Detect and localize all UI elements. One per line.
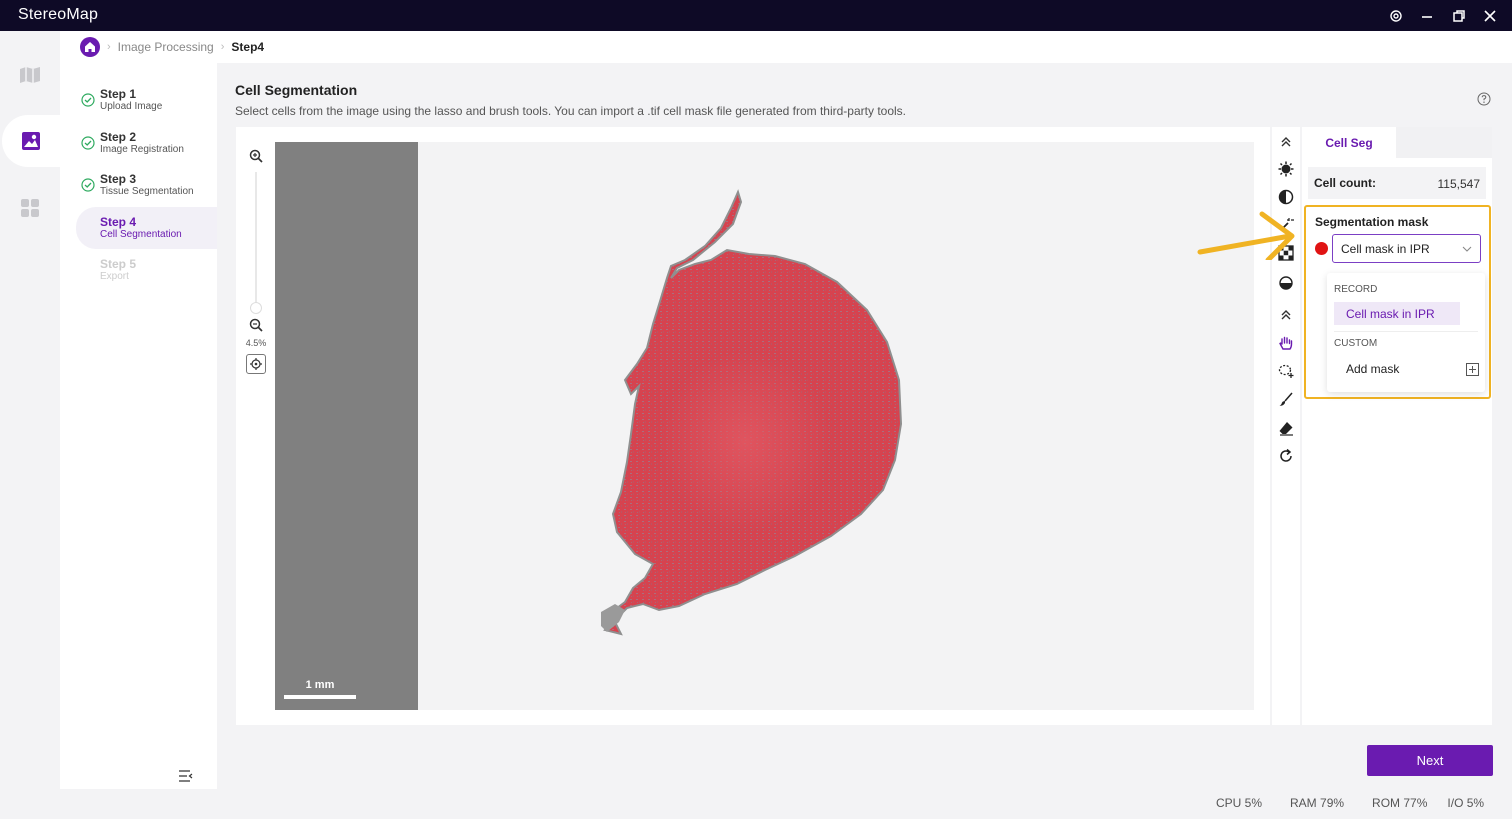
fit-view-icon[interactable] xyxy=(246,354,266,374)
check-circle-icon xyxy=(81,136,95,150)
chevron-down-icon xyxy=(1462,246,1472,252)
annotation-arrow-icon xyxy=(1197,211,1295,260)
segmentation-mask-select[interactable]: Cell mask in IPR xyxy=(1332,234,1481,263)
step-title: Step 2 xyxy=(100,130,137,144)
scale-bar-line xyxy=(284,695,356,699)
breadcrumb-current: Step4 xyxy=(231,40,265,54)
lasso-add-icon[interactable] xyxy=(1277,362,1295,380)
cpu-usage: CPU 5% xyxy=(1216,796,1263,810)
collapse-up-icon[interactable] xyxy=(1277,306,1295,324)
ram-usage: RAM 79% xyxy=(1290,796,1345,810)
cell-count-value: 115,547 xyxy=(1437,177,1481,191)
step-4[interactable]: Step 4 Cell Segmentation xyxy=(76,207,217,249)
close-icon[interactable] xyxy=(1480,6,1500,26)
dropdown-group-record: RECORD xyxy=(1334,284,1378,295)
opacity-drop-icon[interactable] xyxy=(1277,273,1295,291)
step-subtitle: Cell Segmentation xyxy=(100,229,182,240)
brightness-icon[interactable] xyxy=(1277,160,1295,178)
zoom-out-icon[interactable] xyxy=(247,316,265,334)
mask-dropdown-menu: RECORD Cell mask in IPR CUSTOM Add mask xyxy=(1327,273,1485,392)
selected-mask-value: Cell mask in IPR xyxy=(1341,242,1430,256)
step-1[interactable]: Step 1 Upload Image xyxy=(76,79,217,121)
check-circle-icon xyxy=(81,178,95,192)
zoom-slider-track[interactable] xyxy=(255,172,257,307)
home-icon[interactable] xyxy=(80,37,100,57)
scale-bar: 1 mm xyxy=(284,677,356,701)
cell-count-box: Cell count: 115,547 xyxy=(1308,167,1486,199)
step-5: Step 5 Export xyxy=(76,249,217,291)
collapse-sidebar-icon[interactable] xyxy=(178,769,194,788)
step-title: Step 3 xyxy=(100,172,137,186)
segmentation-mask-title: Segmentation mask xyxy=(1315,215,1429,229)
eraser-icon[interactable] xyxy=(1277,419,1295,437)
step-subtitle: Export xyxy=(100,271,129,282)
rom-usage: ROM 77% xyxy=(1372,796,1428,810)
dropdown-divider xyxy=(1334,331,1478,332)
page-description: Select cells from the image using the la… xyxy=(235,104,906,118)
left-rail xyxy=(0,31,60,819)
restore-icon[interactable] xyxy=(1449,6,1469,26)
step-title: Step 5 xyxy=(100,257,137,271)
collapse-up-icon[interactable] xyxy=(1277,133,1295,151)
step-subtitle: Tissue Segmentation xyxy=(100,186,194,197)
panel-tab-bar: Cell Seg xyxy=(1302,127,1492,158)
dropdown-group-custom: CUSTOM xyxy=(1334,338,1378,349)
zoom-level: 4.5% xyxy=(245,338,267,348)
breadcrumb-parent[interactable]: Image Processing xyxy=(118,40,214,54)
breadcrumb-separator: › xyxy=(107,41,111,53)
step-title: Step 4 xyxy=(100,215,137,229)
map-nav-icon[interactable] xyxy=(0,49,60,101)
step-3[interactable]: Step 3 Tissue Segmentation xyxy=(76,164,217,206)
settings-icon[interactable] xyxy=(1386,6,1406,26)
hand-pan-icon[interactable] xyxy=(1277,334,1295,352)
zoom-slider-handle[interactable] xyxy=(250,302,262,314)
breadcrumb-separator: › xyxy=(220,41,225,53)
help-icon[interactable] xyxy=(1477,92,1491,111)
steps-sidebar: Step 1 Upload Image Step 2 Image Registr… xyxy=(60,63,217,789)
tab-cell-seg[interactable]: Cell Seg xyxy=(1302,127,1396,158)
page-title: Cell Segmentation xyxy=(235,82,358,98)
brush-icon[interactable] xyxy=(1277,390,1295,408)
zoom-controls: 4.5% xyxy=(245,146,267,376)
breadcrumb: › Image Processing › Step4 xyxy=(60,31,1512,63)
step-subtitle: Upload Image xyxy=(100,101,163,112)
step-2[interactable]: Step 2 Image Registration xyxy=(76,122,217,164)
io-usage: I/O 5% xyxy=(1447,796,1485,810)
title-bar: StereoMap xyxy=(0,0,1512,31)
tissue-image xyxy=(601,189,903,636)
app-title: StereoMap xyxy=(18,6,99,23)
zoom-in-icon[interactable] xyxy=(247,147,265,165)
dropdown-item-add-mask[interactable]: Add mask xyxy=(1334,357,1460,380)
image-processing-nav-icon[interactable] xyxy=(2,115,60,167)
dropdown-item-cell-mask[interactable]: Cell mask in IPR xyxy=(1334,302,1460,325)
apps-nav-icon[interactable] xyxy=(0,182,60,234)
check-circle-icon xyxy=(81,93,95,107)
scale-bar-label: 1 mm xyxy=(305,679,335,691)
reset-icon[interactable] xyxy=(1277,447,1295,465)
tissue-image-viewer[interactable]: 1 mm xyxy=(275,142,1254,710)
cell-count-label: Cell count: xyxy=(1314,176,1376,190)
step-subtitle: Image Registration xyxy=(100,144,184,155)
minimize-icon[interactable] xyxy=(1417,6,1437,26)
step-title: Step 1 xyxy=(100,87,137,101)
contrast-icon[interactable] xyxy=(1277,188,1295,206)
status-bar: CPU 5% RAM 79% ROM 77% I/O 5% xyxy=(1216,796,1484,810)
mask-color-swatch[interactable] xyxy=(1315,242,1328,255)
add-mask-plus-icon[interactable] xyxy=(1466,363,1479,381)
next-button[interactable]: Next xyxy=(1367,745,1493,776)
